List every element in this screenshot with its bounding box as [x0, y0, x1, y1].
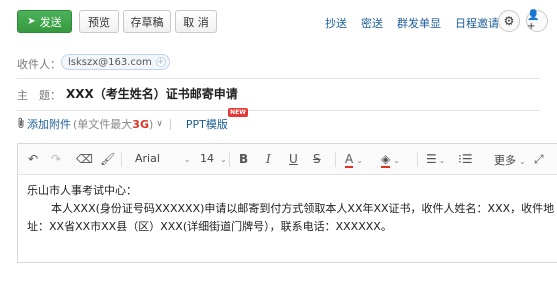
redo-icon[interactable]: ↷ — [51, 152, 61, 166]
compose-toolbar: ➤ 发送 预览 存草稿 取 消 抄送 密送 群发单显 日程邀请 ⚙ 👤+ — [0, 0, 557, 44]
align-icon[interactable]: ☰ ⌄ — [426, 152, 445, 166]
ppt-template-link[interactable]: PPT模版 NEW — [185, 108, 248, 132]
cc-link[interactable]: 抄送 — [325, 15, 347, 31]
send-plane-icon: ➤ — [27, 16, 36, 27]
recipient-chip[interactable]: lskszx@163.com + — [61, 54, 170, 70]
ppt-template-label: PPT模版 — [185, 118, 228, 131]
more-options-button[interactable]: 更多 ⌄ — [494, 152, 526, 168]
divider — [17, 110, 540, 111]
divider — [417, 152, 418, 167]
add-recipient-icon[interactable]: + — [155, 57, 166, 67]
paperclip-icon — [17, 117, 25, 132]
font-family-select[interactable]: Arial ⌄ — [135, 152, 191, 165]
format-painter-icon[interactable]: 🖌 — [100, 152, 115, 166]
add-attachment-link[interactable]: 添加附件 — [27, 116, 71, 132]
italic-icon[interactable]: I — [266, 152, 271, 166]
eraser-icon[interactable]: ⌫ — [76, 152, 93, 166]
underline-icon[interactable]: U — [289, 152, 298, 166]
settings-gear-icon[interactable]: ⚙ — [498, 10, 520, 32]
expand-icon[interactable]: ⤢ — [534, 152, 544, 167]
calendar-invite-link[interactable]: 日程邀请 — [455, 15, 499, 31]
message-body[interactable]: 乐山市人事考试中心： 本人XXX(身份证号码XXXXXX)申请以邮寄到付方式领取… — [18, 176, 557, 236]
message-editor: ↶ ↷ ⌫ 🖌 Arial ⌄ 14 ⌄ B I U S A ⌄ ◈ ⌄ ☰ ⌄ ⁝☰ 更… — [17, 143, 557, 263]
list-icon[interactable]: ⁝☰ — [458, 152, 473, 166]
separate-send-link[interactable]: 群发单显 — [397, 15, 441, 31]
undo-icon[interactable]: ↶ — [28, 152, 38, 166]
chevron-down-icon[interactable]: ∨ — [156, 119, 163, 129]
preview-button[interactable]: 预览 — [79, 10, 119, 33]
body-greeting: 乐山市人事考试中心： — [27, 184, 137, 197]
bcc-link[interactable]: 密送 — [361, 15, 383, 31]
recipient-email: lskszx@163.com — [68, 56, 152, 68]
editor-toolbar: ↶ ↷ ⌫ 🖌 Arial ⌄ 14 ⌄ B I U S A ⌄ ◈ ⌄ ☰ ⌄ ⁝☰ 更… — [18, 144, 557, 175]
subject-input[interactable]: XXX（考生姓名）证书邮寄申请 — [66, 85, 238, 102]
send-button[interactable]: ➤ 发送 — [17, 10, 72, 33]
font-size-select[interactable]: 14 ⌄ — [200, 152, 227, 165]
body-line-2: 址：XX省XX市XX县（区）XXX(详细街道门牌号），联系电话：XXXXXX。 — [27, 220, 392, 233]
divider — [17, 78, 540, 79]
subject-label: 主 题： — [17, 89, 61, 102]
recipient-options: 抄送 密送 群发单显 日程邀请 — [325, 15, 499, 31]
body-line-1: 本人XXX(身份证号码XXXXXX)申请以邮寄到付方式领取本人XX年XX证书，收… — [51, 202, 555, 215]
bold-icon[interactable]: B — [239, 152, 248, 166]
send-label: 发送 — [39, 15, 62, 29]
new-badge: NEW — [228, 108, 248, 117]
cancel-button[interactable]: 取 消 — [175, 10, 217, 33]
attachment-row: 添加附件 (单文件最大3G) ∨ PPT模版 NEW — [17, 108, 248, 132]
font-color-icon[interactable]: A ⌄ — [345, 152, 363, 168]
divider — [229, 152, 230, 167]
strikethrough-icon[interactable]: S — [313, 152, 321, 166]
highlight-color-icon[interactable]: ◈ ⌄ — [381, 152, 400, 168]
divider — [335, 152, 336, 167]
add-contact-icon[interactable]: 👤+ — [526, 10, 548, 32]
recipient-label: 收件人： — [17, 58, 61, 71]
divider — [121, 152, 122, 167]
divider — [169, 118, 171, 130]
save-draft-button[interactable]: 存草稿 — [123, 10, 171, 33]
attachment-size-note: (单文件最大3G) — [73, 118, 154, 131]
